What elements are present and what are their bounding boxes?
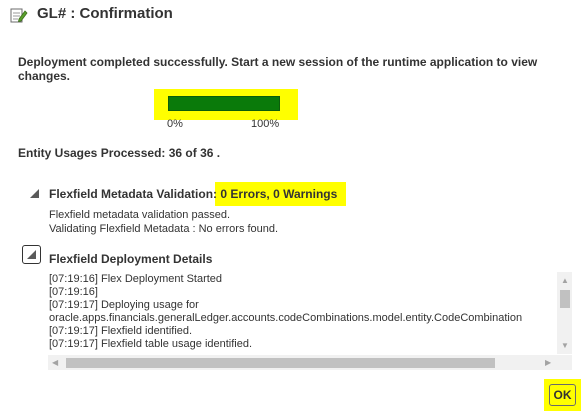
- log-line: oracle.apps.financials.generalLedger.acc…: [49, 312, 523, 324]
- collapse-triangle-icon[interactable]: [30, 189, 39, 198]
- deployment-toggle-button[interactable]: [22, 245, 41, 264]
- validation-line: Validating Flexfield Metadata : No error…: [49, 223, 279, 235]
- scroll-down-arrow-icon[interactable]: ▼: [561, 342, 569, 350]
- validation-section-header[interactable]: Flexfield Metadata Validation: 0 Errors,…: [49, 187, 337, 201]
- log-line: [07:19:17] Flexfield table usage identif…: [49, 338, 253, 350]
- collapse-triangle-icon: [27, 250, 36, 259]
- progress-bar-fill: [169, 97, 279, 110]
- dialog-title: GL# : Confirmation: [37, 5, 173, 22]
- entity-usages-processed: Entity Usages Processed: 36 of 36 .: [18, 146, 221, 160]
- scroll-right-arrow-icon[interactable]: ▶: [545, 359, 551, 367]
- edit-document-icon: [10, 6, 28, 24]
- vertical-scrollbar-thumb[interactable]: [560, 290, 570, 308]
- log-line: [07:19:17] Flexfield identified.: [49, 325, 193, 337]
- scroll-up-arrow-icon[interactable]: ▲: [561, 277, 569, 285]
- validation-summary: 0 Errors, 0 Warnings: [217, 187, 338, 201]
- scroll-left-arrow-icon[interactable]: ◀: [52, 359, 58, 367]
- progress-min-label: 0%: [167, 118, 183, 130]
- log-line: [07:19:17] Deploying usage for: [49, 299, 199, 311]
- log-line: [07:19:16]: [49, 286, 98, 298]
- log-line: [07:19:16] Flex Deployment Started: [49, 273, 223, 285]
- validation-heading: Flexfield Metadata Validation:: [49, 187, 218, 201]
- progress-max-label: 100%: [251, 118, 280, 130]
- deployment-message: Deployment completed successfully. Start…: [18, 55, 538, 83]
- validation-line: Flexfield metadata validation passed.: [49, 209, 230, 221]
- ok-button[interactable]: OK: [549, 384, 576, 406]
- horizontal-scrollbar-thumb[interactable]: [66, 358, 495, 368]
- deployment-section-heading[interactable]: Flexfield Deployment Details: [49, 252, 212, 266]
- progress-bar: [168, 96, 280, 111]
